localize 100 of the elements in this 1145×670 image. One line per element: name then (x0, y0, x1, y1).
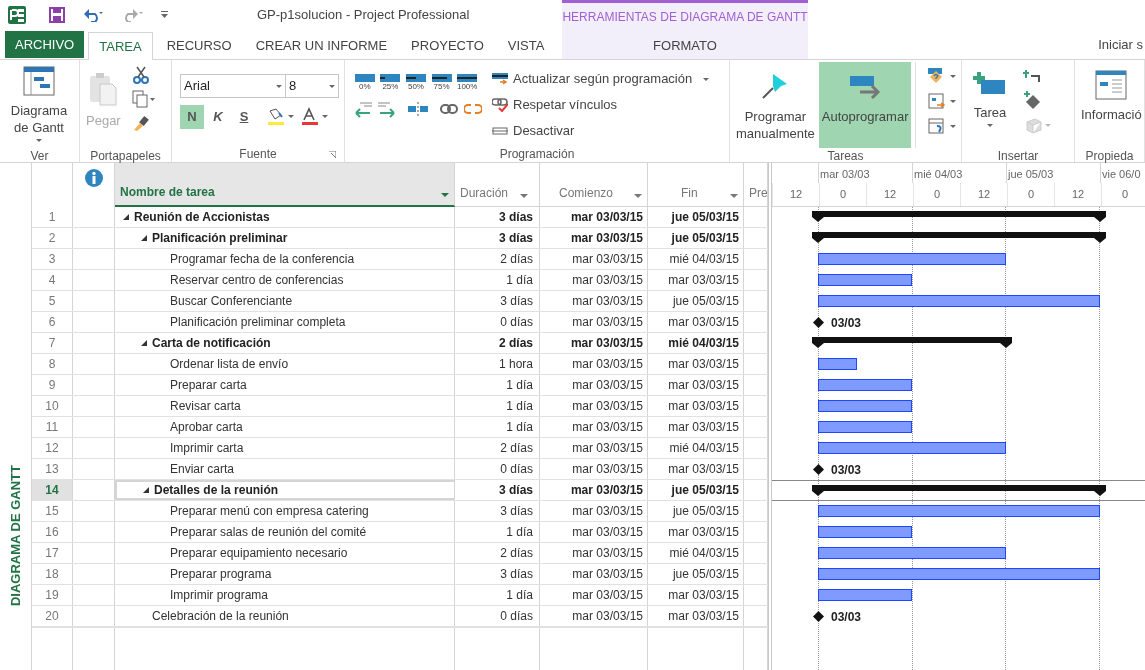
ribbon-tab[interactable]: PROYECTO (401, 32, 494, 59)
row-number[interactable]: 15 (32, 501, 73, 521)
sign-in-link[interactable]: Iniciar s (1098, 34, 1143, 55)
percent-complete-button[interactable]: 0% (354, 74, 376, 92)
paintbrush-icon[interactable] (131, 114, 150, 132)
unlink-icon[interactable] (464, 102, 482, 116)
row-number[interactable]: 11 (32, 417, 73, 437)
row-number[interactable]: 9 (32, 375, 73, 395)
row-number[interactable]: 6 (32, 312, 73, 332)
start-date-cell-text: mar 03/03/15 (572, 566, 643, 583)
row-number[interactable]: 14 (32, 480, 73, 500)
add-milestone-icon[interactable] (1023, 91, 1041, 109)
start-date-cell-text: mar 03/03/15 (572, 251, 643, 268)
progress-bar-icon (457, 74, 478, 82)
duration-cell-text: 1 día (506, 587, 533, 604)
collapse-toggle[interactable] (140, 234, 148, 242)
row-number[interactable]: 17 (32, 543, 73, 563)
row-number[interactable]: 20 (32, 606, 73, 626)
dropdown-icon[interactable] (441, 193, 449, 197)
collapse-toggle[interactable] (142, 486, 150, 494)
schedule-command-button[interactable]: Respetar vínculos (492, 94, 710, 116)
column-header[interactable]: Duración (455, 163, 540, 207)
row-number[interactable]: 4 (32, 270, 73, 290)
dropdown-icon[interactable] (730, 194, 738, 198)
percent-complete-button[interactable]: 50% (405, 74, 427, 92)
row-number[interactable]: 8 (32, 354, 73, 374)
undo-icon[interactable] (83, 8, 103, 22)
column-header[interactable]: Nombre de tarea (115, 163, 455, 207)
timescale-label: 12 (789, 187, 803, 202)
ribbon-tab[interactable]: TAREA (88, 32, 153, 60)
row-number[interactable]: 19 (32, 585, 73, 605)
timescale-label: mié 04/03 (913, 167, 963, 183)
schedule-mode-button[interactable]: Autoprogramar (818, 62, 912, 148)
schedule-command-button[interactable]: Actualizar según programación (492, 68, 710, 90)
calendar-question-icon[interactable] (928, 118, 959, 136)
column-header[interactable]: Pre (744, 163, 768, 207)
outdent-icon[interactable] (354, 100, 372, 118)
dialog-launcher-icon[interactable] (329, 151, 336, 158)
duration-cell-text: 1 día (506, 524, 533, 541)
duration-cell-text: 3 días (498, 230, 533, 247)
duration-cell-text: 1 hora (498, 356, 533, 373)
start-date-cell-text: mar 03/03/15 (572, 524, 643, 541)
insert-task-button[interactable]: Tarea (965, 62, 1015, 148)
milestone-diamond (813, 611, 824, 622)
copy-icon[interactable] (131, 90, 156, 108)
row-number[interactable]: 3 (32, 249, 73, 269)
ribbon-tab[interactable]: VISTA (497, 32, 555, 59)
row-number[interactable]: 12 (32, 438, 73, 458)
collapse-toggle[interactable] (122, 213, 130, 221)
duration-cell-text: 2 días (500, 440, 533, 457)
font-style-button[interactable]: N (180, 105, 204, 129)
task-name: Preparar menú con empresa catering (170, 503, 369, 520)
font-style-button[interactable]: K (206, 105, 230, 129)
task-inspector-icon[interactable] (928, 68, 959, 86)
row-number[interactable]: 5 (32, 291, 73, 311)
row-number[interactable]: 10 (32, 396, 73, 416)
dropdown-icon[interactable] (634, 194, 642, 198)
paste-icon (88, 72, 119, 106)
link-icon[interactable] (440, 104, 458, 114)
schedule-mode-button[interactable]: Programar manualmente (733, 62, 818, 148)
row-number[interactable]: 18 (32, 564, 73, 584)
save-icon[interactable] (49, 7, 65, 23)
ribbon-tab[interactable]: CREAR UN INFORME (245, 32, 398, 59)
font-color-icon[interactable] (300, 107, 330, 127)
row-number[interactable]: 7 (32, 333, 73, 353)
ribbon-group-label: Fuente (239, 146, 277, 163)
indent-icon[interactable] (378, 100, 396, 118)
collapse-toggle[interactable] (140, 339, 148, 347)
scissors-icon[interactable] (131, 66, 150, 84)
finish-date-cell-text: jue 05/03/15 (672, 293, 739, 310)
schedule-command-button[interactable]: Desactivar (492, 120, 710, 142)
column-header[interactable]: Fin (648, 163, 744, 207)
row-number[interactable]: 13 (32, 459, 73, 479)
gantt-view-button[interactable]: Diagrama de Gantt (3, 62, 75, 148)
start-date-cell-text: mar 03/03/15 (572, 503, 643, 520)
row-number[interactable]: 16 (32, 522, 73, 542)
column-header[interactable]: Comienzo (540, 163, 648, 207)
finish-date-cell-text: mar 03/03/15 (668, 419, 739, 436)
ribbon-tab[interactable]: ARCHIVO (5, 31, 85, 58)
font-style-button[interactable]: S (232, 105, 256, 129)
font-name-field[interactable]: Arial (180, 74, 286, 98)
split-task-icon[interactable] (408, 102, 428, 116)
ribbon-group-label: Programación (499, 146, 575, 163)
move-task-icon[interactable] (928, 93, 959, 111)
customize-icon[interactable] (161, 11, 168, 19)
percent-complete-button[interactable]: 25% (379, 74, 402, 92)
row-number[interactable]: 1 (32, 207, 73, 227)
font-size-field[interactable]: 8 (286, 74, 339, 98)
duration-cell-text: 2 días (498, 335, 533, 352)
start-date-cell-text: mar 03/03/15 (572, 608, 643, 625)
timescale-label: 0 (839, 187, 847, 202)
fill-color-icon[interactable] (266, 107, 296, 127)
task-name: Imprimir carta (170, 440, 244, 457)
task-information-button[interactable]: Informació (1078, 62, 1145, 148)
row-number[interactable]: 2 (32, 228, 73, 248)
ribbon-tab[interactable]: RECURSO (156, 32, 242, 59)
dropdown-icon[interactable] (520, 194, 529, 198)
percent-complete-button[interactable]: 75% (430, 74, 453, 92)
add-summary-icon[interactable] (1023, 68, 1041, 84)
percent-complete-button[interactable]: 100% (456, 74, 478, 92)
